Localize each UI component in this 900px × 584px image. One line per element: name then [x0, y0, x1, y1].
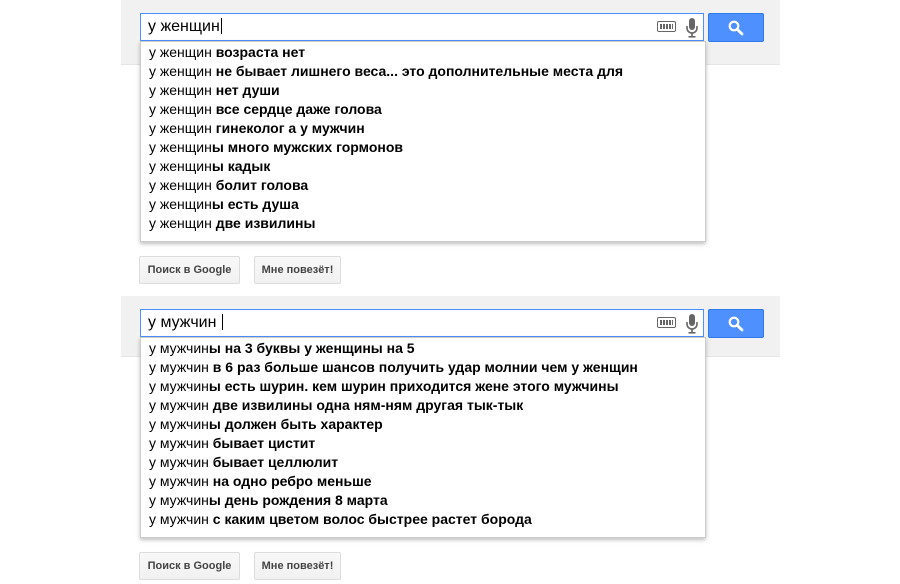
suggestion-item[interactable]: у женщин нет души: [149, 81, 280, 100]
text-cursor: [221, 314, 223, 330]
suggestion-item[interactable]: у женщины кадык: [149, 157, 270, 176]
suggestion-item[interactable]: у мужчин две извилины одна ням-ням друга…: [149, 396, 523, 415]
suggestions-dropdown: у мужчины на 3 буквы у женщины на 5 у му…: [140, 337, 706, 538]
suggestion-item[interactable]: у женщины есть душа: [149, 195, 299, 214]
suggestion-item[interactable]: у женщин все сердце даже голова: [149, 100, 382, 119]
suggestion-item[interactable]: у мужчин с каким цветом волос быстрее ра…: [149, 510, 532, 529]
suggestion-item[interactable]: у мужчины на 3 буквы у женщины на 5: [149, 339, 415, 358]
feeling-lucky-button[interactable]: Мне повезёт!: [254, 552, 341, 580]
magnifier-icon: [728, 20, 744, 36]
suggestion-item[interactable]: у мужчины есть шурин. кем шурин приходит…: [149, 377, 619, 396]
google-search-button[interactable]: Поиск в Google: [139, 552, 240, 580]
suggestion-item[interactable]: у мужчин на одно ребро меньше: [149, 472, 372, 491]
suggestions-dropdown: у женщин возраста нет у женщин не бывает…: [140, 41, 706, 242]
magnifier-icon: [728, 316, 744, 332]
suggestion-item[interactable]: у женщин не бывает лишнего веса... это д…: [149, 62, 623, 81]
suggestion-item[interactable]: у мужчин в 6 раз больше шансов получить …: [149, 358, 638, 377]
suggestion-item[interactable]: у женщин две извилины: [149, 214, 315, 233]
text-cursor: [220, 18, 222, 34]
suggestion-item[interactable]: у мужчин бывает целлюлит: [149, 453, 338, 472]
suggestion-item[interactable]: у женщин гинеколог а у мужчин: [149, 119, 365, 138]
search-button[interactable]: [708, 309, 764, 338]
search-button[interactable]: [708, 13, 764, 42]
suggestion-item[interactable]: у мужчин бывает цистит: [149, 434, 315, 453]
keyboard-icon[interactable]: [657, 317, 676, 328]
search-input[interactable]: у мужчин: [140, 309, 704, 337]
suggestion-item[interactable]: у женщины много мужских гормонов: [149, 138, 403, 157]
suggestion-item[interactable]: у мужчины день рождения 8 марта: [149, 491, 388, 510]
suggestion-item[interactable]: у женщин возраста нет: [149, 43, 305, 62]
keyboard-icon[interactable]: [657, 21, 676, 32]
search-query-text: у мужчин: [148, 314, 221, 331]
search-input[interactable]: у женщин: [140, 13, 704, 41]
suggestion-item[interactable]: у мужчины должен быть характер: [149, 415, 383, 434]
microphone-icon[interactable]: [684, 313, 700, 335]
search-query-text: у женщин: [148, 18, 220, 35]
suggestion-item[interactable]: у женщин болит голова: [149, 176, 308, 195]
microphone-icon[interactable]: [684, 17, 700, 39]
feeling-lucky-button[interactable]: Мне повезёт!: [254, 256, 341, 284]
google-search-button[interactable]: Поиск в Google: [139, 256, 240, 284]
